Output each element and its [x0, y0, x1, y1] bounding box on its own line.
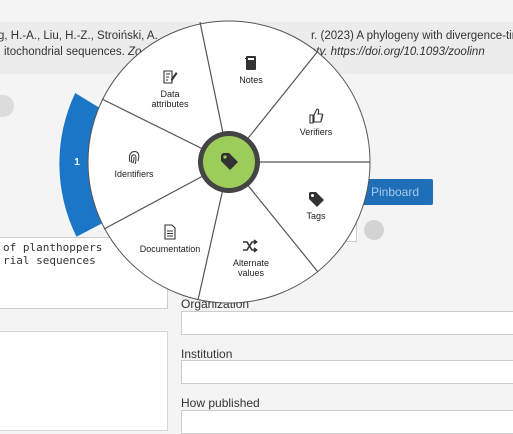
thumbs-up-icon: [309, 108, 324, 124]
document-icon: [164, 224, 176, 240]
shuffle-icon: [243, 239, 258, 253]
segment-identifiers-label[interactable]: Identifiers: [114, 169, 153, 179]
segment-data-attributes-label[interactable]: Data attributes: [151, 89, 188, 109]
segment-documentation-label[interactable]: Documentation: [140, 244, 201, 254]
segment-verifiers-label[interactable]: Verifiers: [300, 127, 333, 137]
segment-tags-label[interactable]: Tags: [306, 211, 325, 221]
segment-alternate-values-label[interactable]: Alternate values: [233, 258, 269, 278]
tag-icon: [309, 192, 324, 207]
notebook-icon: [245, 56, 256, 70]
active-count-badge: 1: [74, 157, 80, 168]
fingerprint-icon: [128, 151, 140, 165]
edit-document-icon: [163, 70, 178, 84]
segment-notes-label[interactable]: Notes: [239, 75, 263, 85]
